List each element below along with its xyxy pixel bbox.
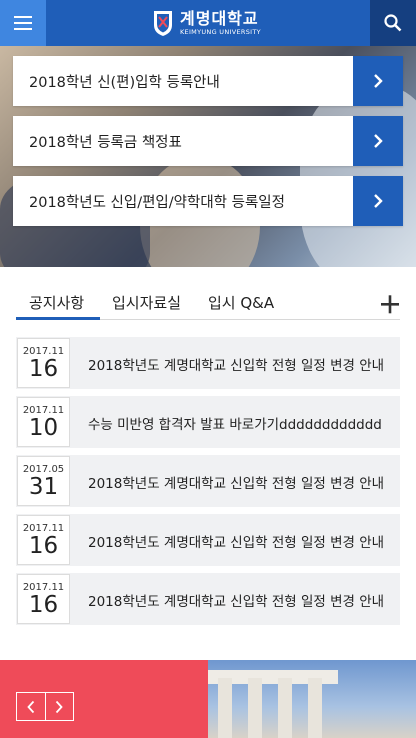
quick-link-arrow[interactable]	[353, 116, 403, 166]
news-title[interactable]: 2018학년도 계명대학교 신입학 전형 일정 변경 안내	[88, 472, 388, 492]
news-list-item[interactable]: 2017.11 16 2018학년도 계명대학교 신입학 전형 일정 변경 안내	[16, 337, 400, 389]
more-button[interactable]	[378, 292, 402, 316]
chevron-right-icon	[374, 74, 383, 88]
news-title[interactable]: 2018학년도 계명대학교 신입학 전형 일정 변경 안내	[88, 354, 388, 374]
news-date: 2017.11 16	[17, 515, 70, 565]
quick-link-label: 2018학년 신(편)입학 등록안내	[29, 74, 220, 91]
search-icon	[384, 14, 402, 32]
building-pillar	[308, 678, 322, 738]
tab-admission-materials[interactable]: 입시자료실	[112, 292, 181, 313]
quick-link-label: 2018학년 등록금 책정표	[29, 134, 182, 151]
chevron-right-icon	[374, 194, 383, 208]
board-tabs: 공지사항 입시자료실 입시 Q&A	[16, 286, 400, 320]
news-list-item[interactable]: 2017.11 10 수능 미반영 합격자 발표 바로가기ddddddddddd…	[16, 396, 400, 448]
news-date-day: 16	[28, 592, 59, 618]
quick-link-arrow[interactable]	[353, 56, 403, 106]
chevron-right-icon	[374, 134, 383, 148]
chevron-right-icon	[56, 700, 64, 713]
banner-next-button[interactable]	[44, 693, 73, 720]
search-button[interactable]	[370, 0, 416, 46]
plus-icon	[381, 295, 399, 314]
news-date: 2017.11 10	[17, 397, 70, 447]
quick-link-registration-schedule[interactable]: 2018학년도 신입/편입/약학대학 등록일정	[13, 176, 403, 226]
news-list-item[interactable]: 2017.11 16 2018학년도 계명대학교 신입학 전형 일정 변경 안내	[16, 514, 400, 566]
building-pillar	[278, 678, 292, 738]
quick-link-registration-guide[interactable]: 2018학년 신(편)입학 등록안내	[13, 56, 403, 106]
tab-admission-qa[interactable]: 입시 Q&A	[208, 292, 274, 313]
news-title[interactable]: 2018학년도 계명대학교 신입학 전형 일정 변경 안내	[88, 590, 388, 610]
news-title[interactable]: 수능 미반영 합격자 발표 바로가기dddddddddddd	[88, 413, 388, 433]
logo-english-text: KEIMYUNG UNIVERSITY	[180, 27, 261, 36]
building-pillar	[218, 678, 232, 738]
university-logo[interactable]: 계명대학교 KEIMYUNG UNIVERSITY	[152, 8, 261, 38]
news-date: 2017.11 16	[17, 338, 70, 388]
news-date-day: 31	[28, 474, 59, 500]
hamburger-menu-icon	[14, 16, 32, 30]
banner-prev-button[interactable]	[17, 693, 45, 720]
quick-link-arrow[interactable]	[353, 176, 403, 226]
quick-link-tuition-table[interactable]: 2018학년 등록금 책정표	[13, 116, 403, 166]
tab-notice[interactable]: 공지사항	[29, 292, 84, 313]
news-title[interactable]: 2018학년도 계명대학교 신입학 전형 일정 변경 안내	[88, 531, 388, 551]
news-list-item[interactable]: 2017.11 16 2018학년도 계명대학교 신입학 전형 일정 변경 안내	[16, 573, 400, 625]
banner-pager	[16, 692, 74, 721]
top-header: 계명대학교 KEIMYUNG UNIVERSITY	[0, 0, 416, 46]
news-date-day: 10	[28, 415, 59, 441]
news-date-day: 16	[28, 356, 59, 382]
emblem-icon	[154, 11, 172, 36]
campus-building-image	[208, 660, 416, 738]
quick-link-label: 2018학년도 신입/편입/약학대학 등록일정	[29, 194, 285, 211]
news-date: 2017.05 31	[17, 456, 70, 506]
chevron-left-icon	[27, 700, 35, 713]
news-date-day: 16	[28, 533, 59, 559]
building-pillar	[248, 678, 262, 738]
news-date: 2017.11 16	[17, 574, 70, 624]
menu-button[interactable]	[0, 0, 46, 46]
active-tab-indicator	[16, 317, 100, 320]
logo-korean-text: 계명대학교	[180, 8, 259, 28]
news-list-item[interactable]: 2017.05 31 2018학년도 계명대학교 신입학 전형 일정 변경 안내	[16, 455, 400, 507]
